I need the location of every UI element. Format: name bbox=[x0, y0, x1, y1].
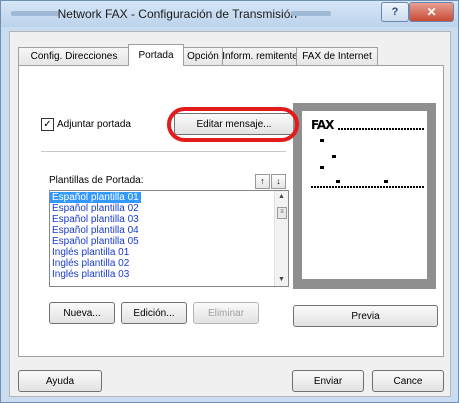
help-button[interactable]: Ayuda bbox=[18, 370, 102, 392]
preview-dotted-line bbox=[338, 128, 424, 130]
template-item[interactable]: Inglés plantilla 02 bbox=[50, 258, 288, 269]
move-down-button[interactable]: ↓ bbox=[271, 174, 286, 189]
listbox-scrollbar[interactable]: ▲ ≡ ▼ bbox=[274, 191, 288, 286]
attach-cover-checkbox[interactable]: ✓ bbox=[41, 118, 54, 131]
edit-message-button[interactable]: Editar mensaje... bbox=[174, 113, 294, 135]
preview-mark bbox=[332, 155, 336, 158]
portada-tab-panel: ✓ Adjuntar portada Editar mensaje... Pla… bbox=[18, 65, 444, 357]
cancel-button[interactable]: Cance bbox=[372, 370, 444, 392]
tab-inform-remitente[interactable]: Inform. remitente bbox=[222, 47, 298, 65]
title-blur-right bbox=[291, 11, 331, 16]
cover-preview: FAX bbox=[293, 103, 436, 289]
preview-fax-title: FAX bbox=[311, 118, 334, 132]
dialog-client-area: Config. Direcciones Portada Opción Infor… bbox=[9, 31, 451, 397]
tab-config-direcciones[interactable]: Config. Direcciones bbox=[18, 47, 130, 65]
tab-opcion[interactable]: Opción bbox=[182, 47, 224, 65]
scroll-thumb[interactable]: ≡ bbox=[277, 207, 287, 219]
move-up-button[interactable]: ↑ bbox=[255, 174, 270, 189]
section-divider bbox=[41, 151, 286, 152]
delete-template-button[interactable]: Eliminar bbox=[193, 302, 259, 324]
tab-portada[interactable]: Portada bbox=[128, 44, 184, 66]
new-template-button[interactable]: Nueva... bbox=[49, 302, 115, 324]
preview-button[interactable]: Previa bbox=[293, 305, 438, 327]
scroll-down-arrow-icon[interactable]: ▼ bbox=[275, 274, 288, 286]
title-bar[interactable]: Network FAX - Configuración de Transmisi… bbox=[1, 1, 458, 27]
preview-page: FAX bbox=[302, 111, 427, 279]
template-item[interactable]: Español plantilla 04 bbox=[50, 225, 288, 236]
dialog-window: Network FAX - Configuración de Transmisi… bbox=[0, 0, 459, 403]
edit-template-button[interactable]: Edición... bbox=[121, 302, 187, 324]
attach-cover-label: Adjuntar portada bbox=[57, 119, 131, 130]
preview-mark bbox=[320, 139, 324, 142]
template-item[interactable]: Inglés plantilla 03 bbox=[50, 269, 288, 280]
preview-mark bbox=[336, 180, 340, 183]
preview-mark bbox=[320, 166, 324, 169]
template-item[interactable]: Español plantilla 05 bbox=[50, 236, 288, 247]
close-button[interactable]: ✕ bbox=[409, 2, 454, 22]
preview-dotted-line bbox=[311, 186, 424, 188]
template-item[interactable]: Español plantilla 02 bbox=[50, 203, 288, 214]
tab-fax-de-internet[interactable]: FAX de Internet bbox=[296, 47, 378, 65]
template-item[interactable]: Inglés plantilla 01 bbox=[50, 247, 288, 258]
template-item[interactable]: Español plantilla 01 bbox=[50, 192, 141, 203]
preview-mark bbox=[384, 180, 388, 183]
template-item[interactable]: Español plantilla 03 bbox=[50, 214, 288, 225]
templates-label: Plantillas de Portada: bbox=[49, 175, 144, 186]
send-button[interactable]: Enviar bbox=[292, 370, 364, 392]
help-title-button[interactable]: ? bbox=[381, 2, 409, 22]
templates-listbox[interactable]: Español plantilla 01 Español plantilla 0… bbox=[49, 190, 289, 287]
scroll-up-arrow-icon[interactable]: ▲ bbox=[275, 191, 288, 203]
